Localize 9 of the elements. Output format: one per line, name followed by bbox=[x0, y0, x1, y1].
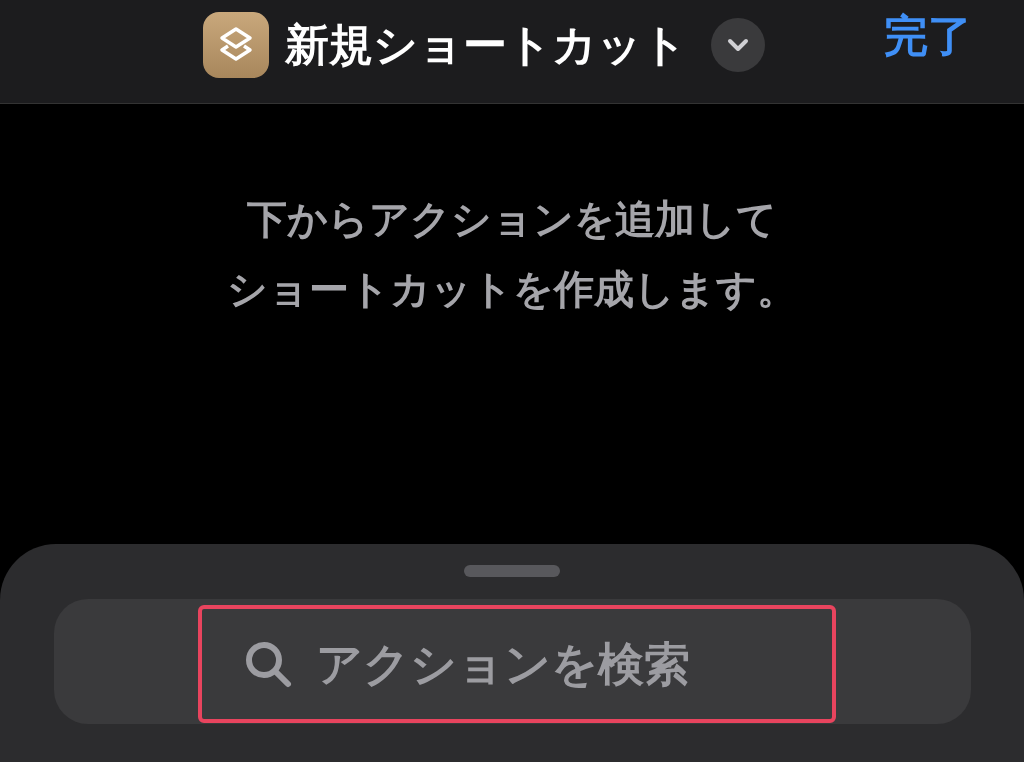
search-field[interactable]: アクションを検索 bbox=[53, 599, 971, 724]
done-button[interactable]: 完了 bbox=[884, 14, 972, 58]
hint-text: 下からアクションを追加して bbox=[247, 195, 777, 244]
shortcut-title: 新規ショートカット bbox=[285, 22, 687, 67]
hint-text: ショートカットを作成します。 bbox=[227, 265, 797, 314]
search-placeholder: アクションを検索 bbox=[315, 640, 690, 687]
title-menu-button[interactable] bbox=[711, 17, 765, 72]
chevron-down-icon bbox=[726, 36, 750, 53]
app-icon bbox=[203, 11, 269, 78]
